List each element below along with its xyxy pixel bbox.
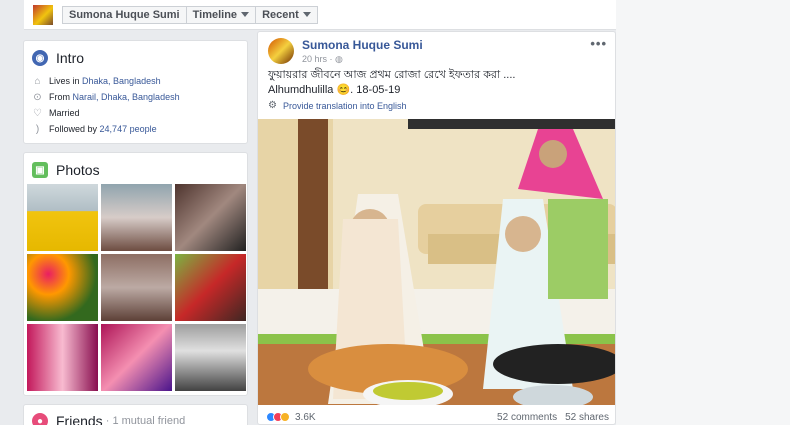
post-timestamp[interactable]: 20 hrs · ◍ [302,54,423,65]
post-footer: 3.6K 52 comments 52 shares [258,408,615,424]
chevron-down-icon [241,12,250,17]
from-link[interactable]: Narail, Dhaka, Bangladesh [73,92,180,102]
photo-thumbnail[interactable] [27,324,98,391]
photo-thumbnail[interactable] [101,184,172,251]
timeline-dropdown[interactable]: Timeline [186,5,257,24]
chevron-down-icon [302,12,311,17]
comments-count[interactable]: 52 comments [497,412,557,423]
intro-card: ◉ Intro ⌂ Lives in Dhaka, Bangladesh ⊙ F… [23,40,248,144]
more-options-icon[interactable]: ••• [590,36,607,51]
photo-thumbnail[interactable] [27,184,98,251]
home-icon: ⌂ [34,75,41,87]
location-pin-icon: ⊙ [33,91,42,103]
photo-thumbnail[interactable] [27,254,98,321]
photos-title[interactable]: Photos [56,162,100,178]
photo-thumbnail[interactable] [175,254,246,321]
lives-in-link[interactable]: Dhaka, Bangladesh [82,76,161,86]
profile-name-button[interactable]: Sumona Huque Sumi [62,5,187,24]
gear-icon: ⚙ [268,100,277,111]
globe-icon: ◍ [335,54,343,64]
friends-icon: ● [32,413,48,425]
post-author-avatar[interactable] [268,38,294,64]
followers-link[interactable]: 24,747 people [100,124,157,134]
from-row: ⊙ From Narail, Dhaka, Bangladesh [33,91,180,103]
reactions-summary[interactable]: 3.6K [266,412,316,423]
heart-icon: ♡ [33,107,42,119]
timeline-post: Sumona Huque Sumi 20 hrs · ◍ ••• ফুয়ায়… [257,31,616,425]
followers-row: ) Followed by 24,747 people [24,121,247,137]
photo-thumbnail[interactable] [101,324,172,391]
globe-icon: ◉ [32,50,48,66]
friends-title[interactable]: Friends [56,413,103,425]
friends-card: ● Friends · 1 mutual friend [23,404,248,425]
photo-thumbnail[interactable] [101,254,172,321]
right-column-blank [616,0,790,425]
post-author-name[interactable]: Sumona Huque Sumi [302,38,423,52]
relationship-row: ♡ Married [33,107,80,119]
recent-dropdown[interactable]: Recent [256,5,318,24]
lives-in-row: ⌂ Lives in Dhaka, Bangladesh [24,73,247,89]
rss-icon: ) [35,123,40,135]
post-photo[interactable] [258,119,615,405]
shares-count[interactable]: 52 shares [565,412,609,423]
photo-thumbnail[interactable] [175,184,246,251]
photo-icon: ▣ [32,162,48,178]
photo-grid [24,181,247,391]
mutual-friends[interactable]: · 1 mutual friend [103,415,186,425]
photo-thumbnail[interactable] [175,324,246,391]
intro-title: Intro [56,50,85,66]
translate-link[interactable]: ⚙ Provide translation into English [258,98,615,113]
profile-thumbnail[interactable] [32,3,54,26]
post-text: ফুয়ায়রার জীবনে আজ প্রথম রোজা রেখে ইফতা… [268,69,516,96]
wow-icon [280,412,290,422]
profile-top-bar: Sumona Huque Sumi Timeline Recent [24,0,616,30]
post-photo-illustration [258,119,615,405]
photos-card: ▣ Photos [23,152,248,396]
